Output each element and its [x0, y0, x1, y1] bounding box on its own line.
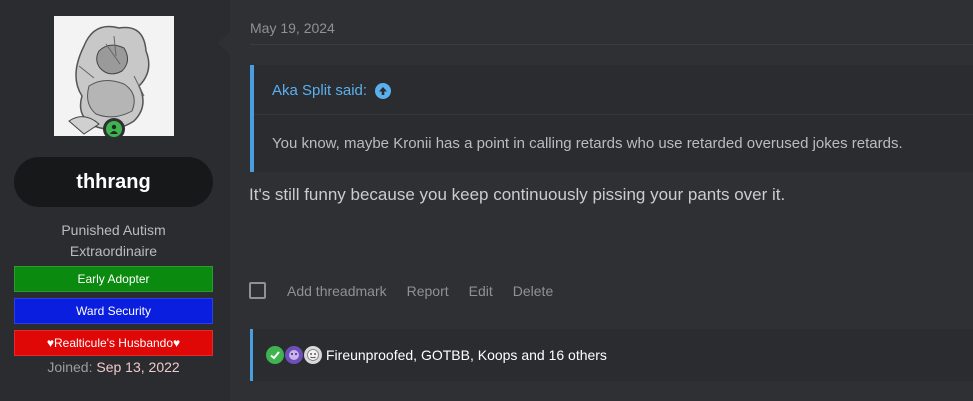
reaction-icons: [266, 346, 323, 364]
banner-early-adopter: Early Adopter: [14, 266, 213, 292]
online-status-icon: [103, 118, 125, 140]
select-post-checkbox[interactable]: [249, 282, 266, 299]
check-reaction-icon: [266, 346, 284, 364]
user-title-line2: Extraordinaire: [69, 243, 158, 259]
reactions-bar[interactable]: Fireunproofed, GOTBB, Koops and 16 other…: [250, 329, 973, 381]
purple-character-reaction-icon: [285, 346, 303, 364]
add-threadmark-link[interactable]: Add threadmark: [287, 283, 387, 299]
post-actions: Add threadmark Report Edit Delete: [249, 282, 573, 299]
reactions-text[interactable]: Fireunproofed, GOTBB, Koops and 16 other…: [326, 347, 607, 363]
face-reaction-icon: [304, 346, 322, 364]
edit-link[interactable]: Edit: [469, 283, 493, 299]
user-title: Punished Autism Extraordinaire: [14, 220, 213, 262]
banner-ward-security: Ward Security: [14, 298, 213, 324]
quote-block: Aka Split said: You know, maybe Kronii h…: [250, 65, 973, 172]
joined-info: Joined: Sep 13, 2022: [14, 359, 213, 375]
quote-author[interactable]: Aka Split said:: [272, 82, 367, 99]
username[interactable]: thhrang: [14, 157, 213, 207]
joined-label: Joined:: [47, 359, 93, 375]
delete-link[interactable]: Delete: [513, 283, 553, 299]
quote-divider: [254, 114, 973, 115]
jump-to-quote-icon[interactable]: [375, 82, 392, 99]
quote-header[interactable]: Aka Split said:: [272, 82, 392, 99]
joined-date: Sep 13, 2022: [96, 359, 180, 375]
user-title-line1: Punished Autism: [61, 222, 166, 238]
post-message: It's still funny because you keep contin…: [249, 185, 786, 204]
banner-husbando: ♥Realticule's Husbando♥: [14, 330, 213, 356]
quote-text: You know, maybe Kronii has a point in ca…: [272, 135, 903, 152]
user-sidebar: thhrang Punished Autism Extraordinaire E…: [0, 0, 229, 401]
report-link[interactable]: Report: [407, 283, 449, 299]
divider: [250, 44, 973, 45]
post-date[interactable]: May 19, 2024: [250, 20, 335, 36]
post-arrow: [218, 32, 230, 54]
post-main: May 19, 2024 Aka Split said: You know, m…: [230, 0, 973, 401]
